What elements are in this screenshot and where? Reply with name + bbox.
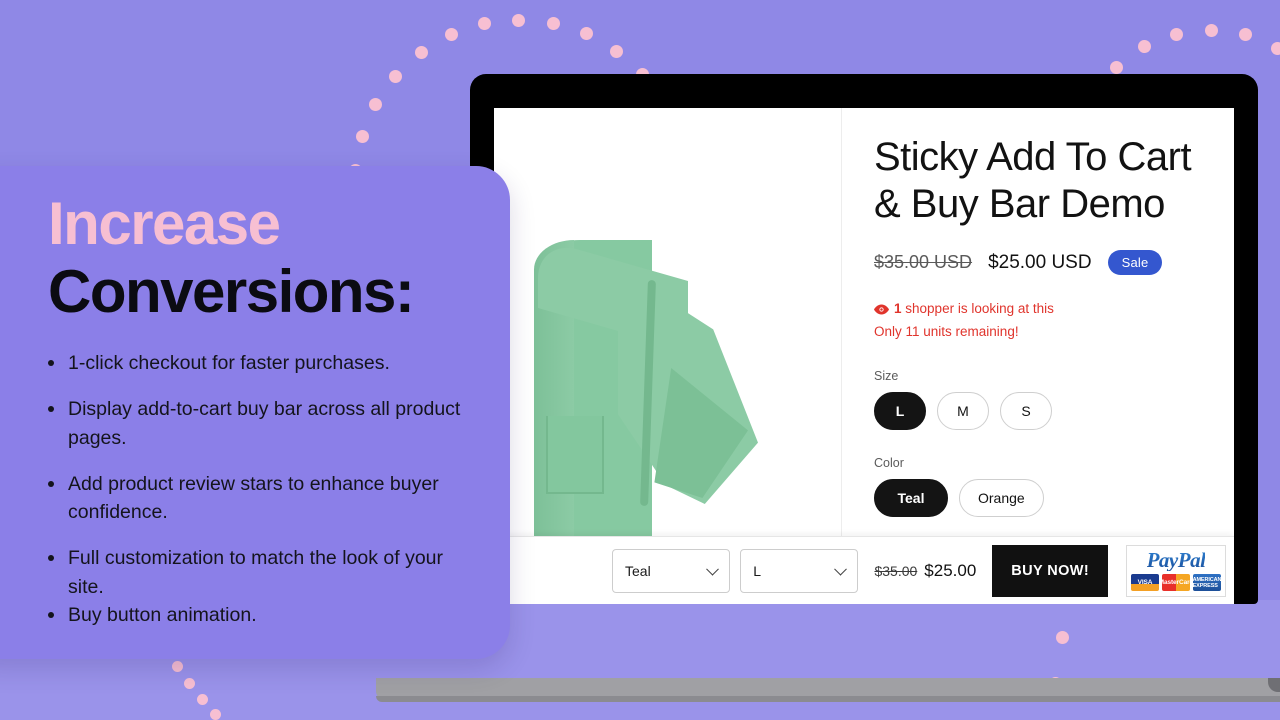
laptop-base-shadow (376, 696, 1280, 702)
promo-card: Increase Conversions: 1-click checkout f… (0, 166, 510, 660)
decorative-dot (196, 693, 208, 705)
product-media-column (494, 108, 842, 604)
color-option-teal[interactable]: Teal (874, 479, 948, 518)
decorative-dot (184, 677, 196, 689)
list-item: Add product review stars to enhance buye… (48, 470, 466, 527)
promo-heading-line2: Conversions: (48, 258, 415, 325)
status-badge: Sale (1107, 250, 1163, 276)
promotional-banner: Sticky Add To Cart & Buy Bar Demo $35.00… (0, 0, 1280, 720)
promo-heading-line1: Increase (48, 190, 281, 257)
promo-feature-list: 1-click checkout for faster purchases. D… (48, 349, 466, 629)
compare-at-price: $35.00 USD (874, 252, 973, 273)
shopper-count-line: 1 shopper is looking at this (874, 299, 1206, 322)
decorative-dot (1055, 631, 1069, 645)
product-title: Sticky Add To Cart & Buy Bar Demo (874, 135, 1192, 227)
buy-now-button[interactable]: BUY NOW! (992, 544, 1108, 597)
decorative-dot (414, 46, 428, 60)
urgency-messages: 1 shopper is looking at this Only 11 uni… (874, 299, 1206, 343)
decorative-dot (477, 17, 491, 31)
decorative-dot (579, 27, 593, 41)
decorative-dot (1170, 27, 1184, 41)
amex-icon: AMERICAN EXPRESS (1193, 574, 1222, 591)
buybar-current-price: $25.00 (924, 560, 977, 580)
buybar-compare-price: $35.00 (874, 562, 918, 579)
list-item: Full customization to match the look of … (48, 544, 466, 601)
list-item: Buy button animation. (48, 601, 466, 629)
decorative-dot (546, 16, 560, 30)
color-option-orange[interactable]: Orange (959, 479, 1044, 518)
visa-icon: VISA (1131, 574, 1159, 591)
size-option-l[interactable]: L (874, 392, 926, 431)
product-info-column: Sticky Add To Cart & Buy Bar Demo $35.00… (842, 108, 1234, 604)
shopper-count: 1 (894, 301, 902, 317)
size-option-label: Size (874, 369, 899, 384)
buybar-price: $35.00 $25.00 (874, 561, 976, 581)
shirt-pocket (546, 416, 604, 494)
decorative-dot (1204, 23, 1218, 37)
color-option-label: Color (874, 456, 904, 471)
laptop-mockup: Sticky Add To Cart & Buy Bar Demo $35.00… (376, 74, 1280, 702)
chevron-down-icon (706, 562, 720, 576)
mastercard-icon: MasterCard (1159, 574, 1193, 591)
sticky-buy-bar: Teal L $35.00 $25.00 BUY NOW! PayPal VIS… (494, 536, 1234, 604)
eye-icon (874, 301, 889, 322)
decorative-dot (1239, 28, 1252, 42)
current-price: $25.00 USD (988, 251, 1092, 273)
list-item: 1-click checkout for faster purchases. (48, 349, 466, 377)
paypal-wordmark: PayPal (1146, 548, 1206, 572)
product-page: Sticky Add To Cart & Buy Bar Demo $35.00… (494, 108, 1234, 604)
buybar-color-select[interactable]: Teal (612, 548, 731, 593)
shopper-text: shopper is looking at this (905, 301, 1054, 317)
paypal-badge[interactable]: PayPal VISA MasterCard AMERICAN EXPRESS (1126, 544, 1226, 597)
decorative-dot (369, 98, 383, 112)
color-option-row: Teal Orange (874, 479, 1206, 518)
list-item: Display add-to-cart buy bar across all p… (48, 395, 466, 452)
accepted-cards: VISA MasterCard AMERICAN EXPRESS (1131, 574, 1222, 591)
decorative-dot (1110, 60, 1124, 74)
price-row: $35.00 USD $25.00 USD Sale (874, 250, 1206, 276)
size-option-m[interactable]: M (937, 392, 989, 431)
decorative-dot (1271, 41, 1280, 55)
decorative-dot (444, 28, 458, 42)
decorative-dot (355, 130, 369, 144)
laptop-screen: Sticky Add To Cart & Buy Bar Demo $35.00… (494, 108, 1234, 604)
decorative-dot (610, 44, 624, 58)
stock-remaining-text: Only 11 units remaining! (874, 324, 1019, 340)
decorative-dot (389, 69, 403, 83)
size-option-s[interactable]: S (1000, 392, 1052, 431)
decorative-dot (1138, 40, 1152, 54)
decorative-dot (512, 13, 526, 27)
buybar-color-value: Teal (625, 562, 651, 579)
buybar-size-select[interactable]: L (740, 548, 859, 593)
chevron-down-icon (834, 562, 848, 576)
buybar-size-value: L (753, 562, 762, 579)
size-option-row: L M S (874, 392, 1206, 431)
